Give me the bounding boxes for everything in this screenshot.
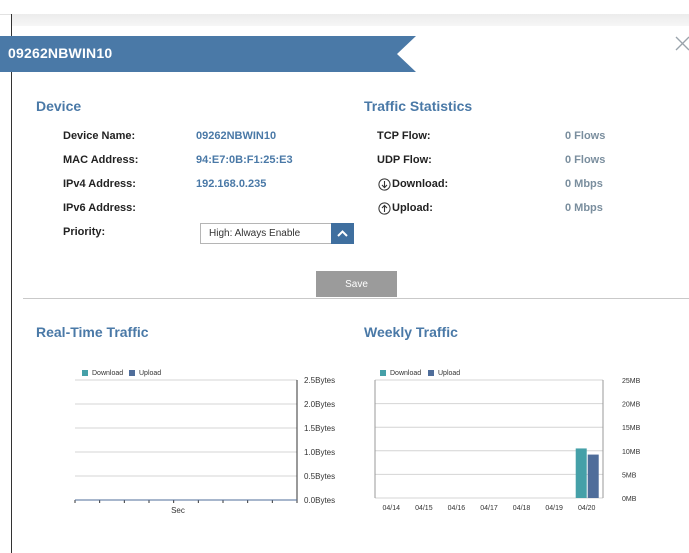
x-tick-label: 04/15 [415, 505, 433, 512]
bar-upload-04-20 [587, 454, 599, 498]
download-value: 0 Mbps [565, 178, 603, 190]
priority-label: Priority: [63, 226, 106, 238]
legend-upload-swatch [129, 370, 135, 376]
y-tick-label: 25MB [622, 378, 641, 385]
save-button[interactable]: Save [316, 271, 397, 297]
x-tick-label: 04/16 [448, 505, 466, 512]
upload-label: Upload: [392, 202, 433, 214]
upload-value: 0 Mbps [565, 202, 603, 214]
bar-download-04-20 [575, 448, 587, 498]
x-tick-label: 04/19 [545, 505, 563, 512]
download-arrow-icon [378, 178, 391, 191]
y-tick-label: 1.0Bytes [304, 448, 335, 457]
legend-upload-swatch [428, 370, 434, 376]
priority-selected-value: High: Always Enable [209, 228, 301, 239]
realtime-traffic-heading: Real-Time Traffic [36, 324, 149, 340]
section-divider [23, 298, 689, 299]
y-tick-label: 2.5Bytes [304, 376, 335, 385]
realtime-traffic-chart: Download Upload Sec 2.5Bytes 2.0Bytes 1.5B… [74, 370, 335, 515]
dialog-title-banner: 09262NBWIN10 [0, 36, 416, 72]
upload-arrow-icon [378, 202, 391, 215]
device-name-label: Device Name: [63, 130, 136, 142]
y-tick-label: 15MB [622, 425, 641, 432]
x-tick-label: 04/18 [513, 505, 531, 512]
dialog-title: 09262NBWIN10 [8, 45, 113, 61]
ipv4-address-value: 192.168.0.235 [196, 178, 267, 190]
mac-address-value: 94:E7:0B:F1:25:E3 [196, 154, 293, 166]
legend-upload-label: Upload [438, 370, 460, 377]
x-tick-label: 04/20 [578, 505, 596, 512]
weekly-traffic-heading: Weekly Traffic [364, 324, 458, 340]
ipv4-address-label: IPv4 Address: [63, 178, 136, 190]
y-tick-label: 20MB [622, 402, 641, 409]
y-tick-label: 0.5Bytes [304, 472, 335, 481]
x-tick-label: 04/14 [383, 505, 401, 512]
tcp-flow-value: 0 Flows [565, 130, 606, 142]
ipv6-address-label: IPv6 Address: [63, 202, 136, 214]
download-label: Download: [392, 178, 449, 190]
traffic-statistics-heading: Traffic Statistics [364, 98, 473, 114]
y-tick-label: 1.5Bytes [304, 424, 335, 433]
y-tick-label: 5MB [622, 472, 637, 479]
udp-flow-label: UDP Flow: [377, 154, 432, 166]
legend-download-swatch [82, 370, 88, 376]
legend-download-swatch [380, 370, 386, 376]
legend-upload-label: Upload [139, 370, 161, 377]
chevron-up-icon[interactable] [331, 223, 354, 244]
x-axis-label: Sec [171, 506, 185, 515]
device-heading: Device [36, 98, 82, 114]
y-tick-label: 2.0Bytes [304, 400, 335, 409]
legend-download-label: Download [390, 370, 421, 377]
dialog-top-bar [12, 14, 689, 26]
legend-download-label: Download [92, 370, 123, 377]
dialog-left-border [11, 14, 12, 553]
x-tick-label: 04/17 [480, 505, 498, 512]
close-x-icon[interactable] [674, 36, 689, 52]
weekly-traffic-chart: Download Upload 25MB 20MB 15MB 10MB 5MB 0MB 04… [374, 370, 641, 512]
udp-flow-value: 0 Flows [565, 154, 606, 166]
tcp-flow-label: TCP Flow: [377, 130, 431, 142]
y-tick-label: 0MB [622, 496, 637, 503]
priority-select[interactable]: High: Always Enable [200, 223, 354, 244]
window-top-strip [0, 0, 689, 15]
device-name-value: 09262NBWIN10 [196, 130, 277, 142]
mac-address-label: MAC Address: [63, 154, 139, 166]
y-tick-label: 10MB [622, 449, 641, 456]
y-tick-label: 0.0Bytes [304, 496, 335, 505]
